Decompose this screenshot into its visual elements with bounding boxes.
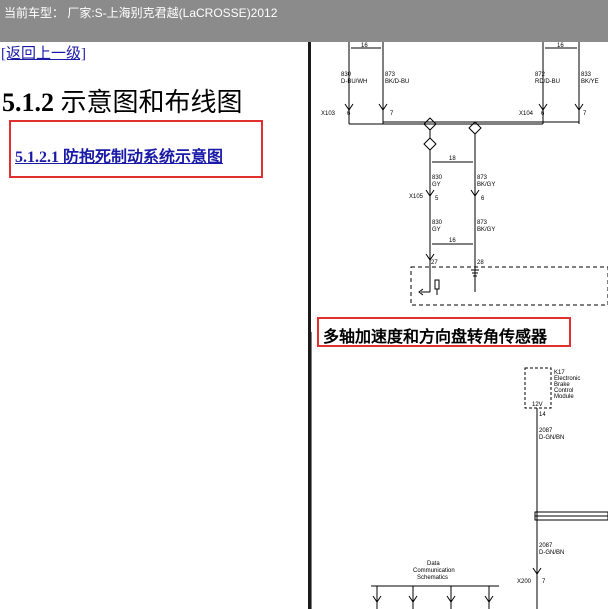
model-header-bar: 当前车型： 厂家:S-上海别克君越(LaCROSSE)2012 [0, 0, 608, 42]
wire-color: GY [432, 182, 441, 188]
wire-color: D-GN/BN [539, 550, 564, 556]
data-comm-label: Data [427, 561, 440, 567]
wire-number: 830 [432, 220, 443, 226]
pin-label: 28 [477, 260, 484, 266]
wire-number: 873 [477, 175, 488, 181]
left-navigation-pane: [返回上一级] 5.1.2 示意图和布线图 5.1.2.1 防抱死制动系统示意图 [0, 42, 309, 609]
pin-label: 7 [583, 111, 587, 117]
wire-color: RD/D-BU [535, 79, 560, 85]
sensor-label: 多轴加速度和方向盘转角传感器 [323, 329, 548, 346]
wire-number: 830 [341, 72, 352, 78]
gauge-label: 16 [449, 238, 456, 244]
wire-color: GY [432, 227, 441, 233]
module-name-line: Module [554, 394, 574, 400]
section-heading: 5.1.2 示意图和布线图 [2, 82, 243, 119]
back-to-parent-link[interactable]: [返回上一级] [1, 46, 86, 62]
wire-color: BK/D-BU [385, 79, 409, 85]
pin-label: 14 [539, 412, 546, 418]
wire-color: BK/GY [477, 227, 495, 233]
data-comm-label: Schematics [417, 575, 448, 581]
highlight-box-sub-link: 5.1.2.1 防抱死制动系统示意图 [9, 120, 263, 178]
wire-number: 830 [432, 175, 443, 181]
current-model-text: 当前车型： 厂家:S-上海别克君越(LaCROSSE)2012 [4, 6, 278, 20]
wire-color: BK/YE [581, 79, 599, 85]
connector-label: X105 [409, 194, 424, 200]
pin-label: 6 [347, 111, 351, 117]
wire-number: 873 [477, 220, 488, 226]
pin-label: 27 [431, 260, 438, 266]
wire-number: 2087 [539, 543, 553, 549]
gauge-label: 16 [361, 43, 368, 49]
gauge-label: 18 [449, 156, 456, 162]
wire-number: 872 [535, 72, 546, 78]
gauge-label: 16 [557, 43, 564, 49]
pin-label: 7 [542, 579, 546, 585]
highlight-box-sensor-label: 多轴加速度和方向盘转角传感器 [317, 317, 571, 347]
connector-label: X104 [519, 111, 534, 117]
pin-label: 6 [481, 196, 485, 202]
wiring-diagram-pane: 16 16 830 D-BU/WH 873 BK/D-BU 872 RD/D-B… [311, 42, 608, 609]
wire-color: D-GN/BN [539, 435, 564, 441]
connector-label: X103 [321, 111, 336, 117]
wire-number: 2087 [539, 428, 553, 434]
wire-color: D-BU/WH [341, 79, 367, 85]
section-title: 示意图和布线图 [60, 88, 243, 117]
wire-number: 833 [581, 72, 592, 78]
pin-label: 5 [435, 196, 439, 202]
pin-label: 7 [390, 111, 394, 117]
data-comm-label: Communication [413, 568, 455, 574]
wire-number: 873 [385, 72, 396, 78]
connector-label: X200 [517, 579, 532, 585]
section-number: 5.1.2 [2, 88, 54, 117]
wire-color: BK/GY [477, 182, 495, 188]
module-voltage: 12V [532, 402, 543, 408]
abs-schematic-link[interactable]: 5.1.2.1 防抱死制动系统示意图 [15, 143, 223, 167]
pin-label: 6 [541, 111, 545, 117]
back-link-container: [返回上一级] [1, 42, 86, 63]
